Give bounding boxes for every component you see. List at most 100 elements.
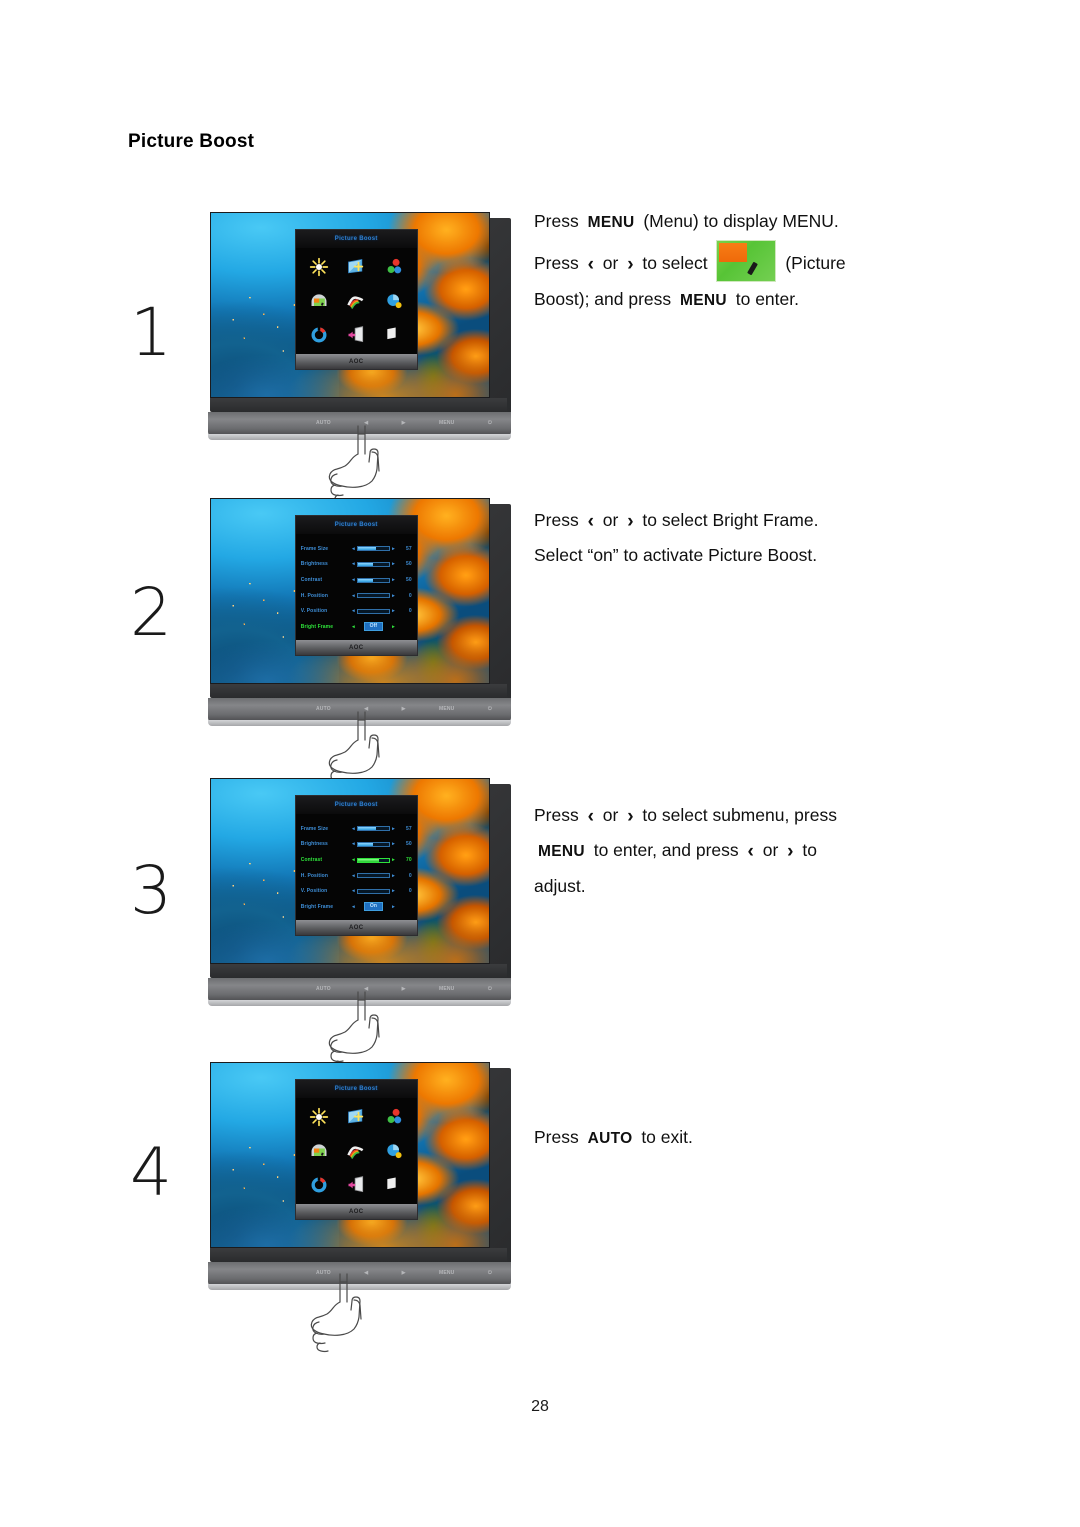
chevron-left-icon[interactable]: ◂ bbox=[350, 561, 358, 567]
osd-slider[interactable] bbox=[357, 857, 390, 863]
chevron-right-icon[interactable]: ▸ bbox=[390, 546, 398, 552]
osd-slider[interactable] bbox=[357, 577, 390, 583]
chevron-right-icon[interactable]: ▸ bbox=[390, 561, 398, 567]
right-button[interactable]: ▶ bbox=[402, 986, 406, 992]
monitor-illustration: Picture Boost Frame Size ◂ ▸ 57 Brightness ◂ ▸ 5… bbox=[206, 498, 513, 730]
chevron-left-icon[interactable]: ◂ bbox=[350, 904, 358, 910]
chevron-left-icon[interactable]: ◂ bbox=[350, 608, 358, 614]
osd-toggle[interactable]: On bbox=[357, 902, 389, 912]
chevron-left-icon[interactable]: ◂ bbox=[350, 593, 358, 599]
menu-button[interactable]: MENU bbox=[439, 420, 455, 426]
luminance-icon[interactable] bbox=[309, 1107, 329, 1127]
menu-button[interactable]: MENU bbox=[439, 706, 455, 712]
chevron-right-icon[interactable]: ▸ bbox=[390, 624, 398, 630]
power-button[interactable]: ⏻ bbox=[488, 986, 492, 992]
chevron-left-icon[interactable]: ◂ bbox=[350, 841, 358, 847]
osd-row[interactable]: H. Position ◂ ▸ 0 bbox=[301, 871, 412, 880]
chevron-left-icon[interactable]: ◂ bbox=[350, 888, 358, 894]
chevron-right-icon[interactable]: ▸ bbox=[390, 857, 398, 863]
picture-boost-icon[interactable] bbox=[309, 1141, 329, 1161]
picture-boost-icon[interactable] bbox=[309, 291, 329, 311]
reset-icon[interactable] bbox=[309, 1175, 329, 1195]
osd-row-value: 0 bbox=[408, 872, 412, 879]
power-button[interactable]: ⏻ bbox=[488, 706, 492, 712]
osd-row[interactable]: Brightness ◂ ▸ 50 bbox=[301, 560, 412, 569]
osd-slider[interactable] bbox=[357, 841, 390, 847]
osd-slider[interactable] bbox=[357, 546, 390, 552]
osd-row[interactable]: Frame Size ◂ ▸ 57 bbox=[301, 824, 412, 833]
osd-slider[interactable] bbox=[357, 826, 390, 832]
osd-slider[interactable] bbox=[357, 593, 390, 599]
image-setup-icon[interactable] bbox=[346, 257, 366, 277]
osd-row[interactable]: V. Position ◂ ▸ 0 bbox=[301, 607, 412, 616]
menu-button[interactable]: MENU bbox=[439, 986, 455, 992]
osd-row[interactable]: V. Position ◂ ▸ 0 bbox=[301, 887, 412, 896]
extra-icon[interactable] bbox=[384, 1141, 404, 1161]
chevron-right-icon[interactable]: ▸ bbox=[390, 873, 398, 879]
osd-row[interactable]: Bright Frame ◂ On ▸ bbox=[301, 902, 412, 912]
extra-icon[interactable] bbox=[384, 291, 404, 311]
osd-icon-grid[interactable] bbox=[296, 248, 417, 354]
image-setup-icon[interactable] bbox=[346, 1107, 366, 1127]
chevron-right-icon[interactable]: ▸ bbox=[390, 826, 398, 832]
chevron-left-icon: ‹ bbox=[747, 841, 754, 862]
right-button[interactable]: ▶ bbox=[402, 706, 406, 712]
brightness-icon[interactable] bbox=[384, 1175, 404, 1195]
key-menu-label: MENU bbox=[538, 843, 585, 860]
instruction-line: Press ‹ or › to select (Picture bbox=[534, 240, 1004, 282]
osd-submenu-list[interactable]: Frame Size ◂ ▸ 57 Brightness ◂ ▸ 50 Contrast ◂ ▸ 50… bbox=[296, 534, 417, 640]
chevron-right-icon: › bbox=[787, 841, 794, 862]
chevron-right-icon[interactable]: ▸ bbox=[390, 608, 398, 614]
exit-icon[interactable] bbox=[346, 325, 366, 345]
instruction-text: to select bbox=[637, 253, 713, 273]
right-button[interactable]: ▶ bbox=[402, 1270, 406, 1276]
color-temperature-icon[interactable] bbox=[384, 1107, 404, 1127]
osd-row[interactable]: H. Position ◂ ▸ 0 bbox=[301, 591, 412, 600]
chevron-right-icon[interactable]: ▸ bbox=[390, 841, 398, 847]
osd-row-label: H. Position bbox=[300, 872, 328, 879]
monitor-figure: Picture Boost AOC AUTO ◀ ▶ MENU ⏻ bbox=[206, 1062, 513, 1294]
instruction-block: Press AUTO to exit. bbox=[534, 1120, 1004, 1156]
chevron-left-icon[interactable]: ◂ bbox=[350, 857, 358, 863]
exit-icon[interactable] bbox=[346, 1175, 366, 1195]
osd-slider[interactable] bbox=[357, 608, 390, 614]
osd-row-label: Contrast bbox=[300, 857, 323, 864]
osd-slider[interactable] bbox=[357, 561, 390, 567]
osd-icon-grid[interactable] bbox=[296, 1098, 417, 1204]
brightness-icon[interactable] bbox=[384, 325, 404, 345]
chevron-left-icon[interactable]: ◂ bbox=[350, 546, 358, 552]
osd-row[interactable]: Frame Size ◂ ▸ 57 bbox=[301, 544, 412, 553]
chevron-right-icon: › bbox=[627, 806, 634, 827]
chevron-right-icon[interactable]: ▸ bbox=[390, 577, 398, 583]
osd-row[interactable]: Contrast ◂ ▸ 50 bbox=[301, 576, 412, 585]
instruction-text: Press bbox=[534, 211, 584, 231]
chevron-left-icon[interactable]: ◂ bbox=[350, 624, 358, 630]
osd-toggle[interactable]: Off bbox=[357, 622, 389, 632]
osd-row[interactable]: Bright Frame ◂ Off ▸ bbox=[300, 622, 412, 632]
osd-slider[interactable] bbox=[357, 888, 390, 894]
chevron-right-icon[interactable]: ▸ bbox=[390, 593, 398, 599]
chevron-left-icon[interactable]: ◂ bbox=[350, 577, 358, 583]
osd-row-value: Off bbox=[363, 622, 384, 632]
osd-submenu-list[interactable]: Frame Size ◂ ▸ 57 Brightness ◂ ▸ 50 Contrast ◂ ▸ 70… bbox=[296, 814, 417, 920]
color-temperature-icon[interactable] bbox=[384, 257, 404, 277]
osd-setup-icon[interactable] bbox=[346, 1141, 366, 1161]
power-button[interactable]: ⏻ bbox=[488, 420, 492, 426]
chevron-left-icon[interactable]: ◂ bbox=[350, 873, 358, 879]
osd-slider[interactable] bbox=[357, 873, 390, 879]
reset-icon[interactable] bbox=[309, 325, 329, 345]
osd-setup-icon[interactable] bbox=[346, 291, 366, 311]
menu-button[interactable]: MENU bbox=[439, 1270, 455, 1276]
osd-row[interactable]: Contrast ◂ ▸ 70 bbox=[301, 856, 412, 865]
osd-row[interactable]: Brightness ◂ ▸ 50 bbox=[301, 840, 412, 849]
osd-row-label: Bright Frame bbox=[300, 623, 334, 630]
osd-row-label: Brightness bbox=[300, 841, 328, 848]
chevron-right-icon[interactable]: ▸ bbox=[390, 904, 398, 910]
chevron-left-icon[interactable]: ◂ bbox=[350, 826, 358, 832]
instruction-line: Select “on” to activate Picture Boost. bbox=[534, 538, 1004, 572]
chevron-right-icon[interactable]: ▸ bbox=[390, 888, 398, 894]
brand-label: AOC bbox=[348, 924, 364, 931]
right-button[interactable]: ▶ bbox=[402, 420, 406, 426]
luminance-icon[interactable] bbox=[309, 257, 329, 277]
power-button[interactable]: ⏻ bbox=[488, 1270, 492, 1276]
